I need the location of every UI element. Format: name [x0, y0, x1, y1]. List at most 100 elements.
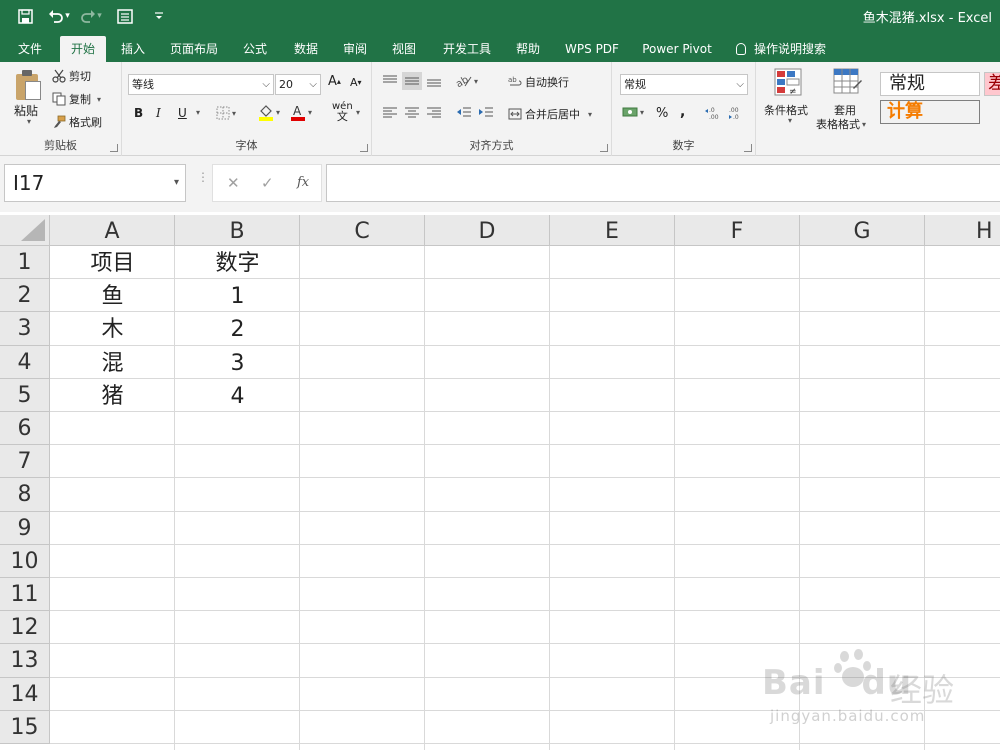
tab-developer[interactable]: 开发工具	[436, 36, 498, 62]
select-all-button[interactable]	[0, 215, 50, 246]
style-bad[interactable]: 差	[984, 72, 1000, 96]
tab-page-layout[interactable]: 页面布局	[164, 36, 224, 62]
number-format-select[interactable]: 常规 ⌵	[620, 74, 748, 95]
save-button[interactable]	[14, 5, 36, 27]
chevron-down-icon[interactable]: ▾	[65, 11, 70, 21]
cell-a5[interactable]: 猪	[50, 379, 175, 412]
dialog-launcher-icon[interactable]	[600, 144, 608, 152]
column-header-f[interactable]: F	[675, 215, 800, 246]
fill-color-button[interactable]: ▾	[258, 104, 280, 121]
align-right-button[interactable]	[426, 106, 442, 118]
paste-icon[interactable]	[16, 70, 42, 100]
row-header-6[interactable]: 6	[0, 412, 50, 446]
tab-formulas[interactable]: 公式	[234, 36, 276, 62]
increase-decimal-button[interactable]: .0.00	[704, 106, 722, 120]
cell-b1[interactable]: 数字	[175, 246, 300, 279]
cancel-icon[interactable]: ✕	[227, 174, 240, 192]
insert-function-button[interactable]: fx	[297, 175, 309, 190]
dialog-launcher-icon[interactable]	[360, 144, 368, 152]
comma-button[interactable]: ,	[680, 104, 685, 120]
chevron-down-icon[interactable]: ▾	[97, 11, 102, 21]
tab-wps-pdf[interactable]: WPS PDF	[558, 36, 626, 62]
cell-a3[interactable]: 木	[50, 312, 175, 345]
cut-button[interactable]: 剪切	[52, 68, 91, 84]
cell-b4[interactable]: 3	[175, 346, 300, 379]
column-header-g[interactable]: G	[800, 215, 925, 246]
tab-insert[interactable]: 插入	[112, 36, 154, 62]
accounting-format-button[interactable]: ▾	[622, 106, 644, 118]
column-header-a[interactable]: A	[50, 215, 175, 246]
row-header-12[interactable]: 12	[0, 611, 50, 645]
align-middle-button[interactable]	[402, 72, 422, 90]
row-header-13[interactable]: 13	[0, 644, 50, 678]
wrap-text-button[interactable]: ab 自动换行	[508, 74, 569, 90]
dialog-launcher-icon[interactable]	[744, 144, 752, 152]
merge-center-button[interactable]: 合并后居中 ▾	[508, 106, 592, 122]
shrink-font-button[interactable]: A ▾	[350, 76, 362, 89]
column-header-h[interactable]: H	[925, 215, 1000, 246]
orientation-button[interactable]: ab ▾	[456, 74, 478, 88]
row-header-9[interactable]: 9	[0, 511, 50, 545]
table-format-button[interactable]: 表格格式 ▾	[816, 116, 866, 132]
align-bottom-button[interactable]	[426, 74, 442, 88]
align-top-button[interactable]	[382, 74, 398, 88]
decrease-decimal-button[interactable]: .00.0	[728, 106, 746, 120]
underline-button[interactable]: U	[178, 106, 187, 120]
row-header-3[interactable]: 3	[0, 312, 50, 346]
row-header-2[interactable]: 2	[0, 279, 50, 313]
bold-button[interactable]: B	[134, 106, 143, 120]
borders-button[interactable]: ▾	[216, 106, 236, 120]
column-header-e[interactable]: E	[550, 215, 675, 246]
style-calculation[interactable]: 计算	[880, 100, 980, 124]
chevron-down-icon[interactable]: ▾	[786, 116, 792, 125]
customize-qat-button[interactable]	[148, 5, 170, 27]
tab-data[interactable]: 数据	[285, 36, 327, 62]
cell-a2[interactable]: 鱼	[50, 279, 175, 312]
grow-font-button[interactable]: A ▴	[328, 74, 341, 89]
name-box[interactable]: I17 ▾	[4, 164, 186, 202]
print-preview-button[interactable]	[114, 5, 136, 27]
format-painter-button[interactable]: 格式刷	[52, 114, 102, 130]
font-color-button[interactable]: A ▾	[290, 104, 312, 121]
tab-view[interactable]: 视图	[383, 36, 425, 62]
column-header-b[interactable]: B	[175, 215, 300, 246]
dialog-launcher-icon[interactable]	[110, 144, 118, 152]
italic-button[interactable]: I	[156, 106, 161, 120]
phonetic-button[interactable]: wén 文	[332, 102, 353, 123]
row-header-1[interactable]: 1	[0, 246, 50, 280]
cell-b3[interactable]: 2	[175, 312, 300, 345]
enter-icon[interactable]: ✓	[261, 174, 274, 192]
chevron-down-icon[interactable]: ▾	[174, 165, 179, 201]
row-header-11[interactable]: 11	[0, 578, 50, 612]
tab-review[interactable]: 审阅	[334, 36, 376, 62]
chevron-down-icon[interactable]: ▾	[194, 108, 200, 117]
tell-me-search[interactable]: 操作说明搜索	[730, 36, 842, 62]
row-header-10[interactable]: 10	[0, 544, 50, 578]
percent-button[interactable]: %	[656, 106, 668, 121]
font-name-select[interactable]: 等线 ⌵	[128, 74, 274, 95]
cell-a1[interactable]: 项目	[50, 246, 175, 279]
column-header-c[interactable]: C	[300, 215, 425, 246]
row-header-8[interactable]: 8	[0, 478, 50, 512]
tab-power-pivot[interactable]: Power Pivot	[636, 36, 718, 62]
undo-button[interactable]: ▾	[48, 5, 70, 27]
tab-file[interactable]: 文件	[8, 36, 52, 62]
cell-b5[interactable]: 4	[175, 379, 300, 412]
align-left-button[interactable]	[382, 106, 398, 118]
align-center-button[interactable]	[404, 106, 420, 118]
tab-help[interactable]: 帮助	[507, 36, 549, 62]
cell-b2[interactable]: 1	[175, 279, 300, 312]
chevron-down-icon[interactable]: ▾	[354, 108, 360, 117]
row-header-7[interactable]: 7	[0, 445, 50, 479]
column-header-d[interactable]: D	[425, 215, 550, 246]
row-header-5[interactable]: 5	[0, 378, 50, 412]
cell-a4[interactable]: 混	[50, 346, 175, 379]
increase-indent-button[interactable]	[478, 106, 494, 118]
font-size-select[interactable]: 20 ⌵	[275, 74, 321, 95]
formula-bar-grip[interactable]: ⋮	[197, 171, 209, 183]
redo-button[interactable]: ▾	[80, 5, 102, 27]
row-header-15[interactable]: 15	[0, 710, 50, 744]
chevron-down-icon[interactable]: ▾	[25, 117, 31, 126]
copy-button[interactable]: 复制 ▾	[52, 91, 101, 107]
formula-input[interactable]	[326, 164, 1000, 202]
